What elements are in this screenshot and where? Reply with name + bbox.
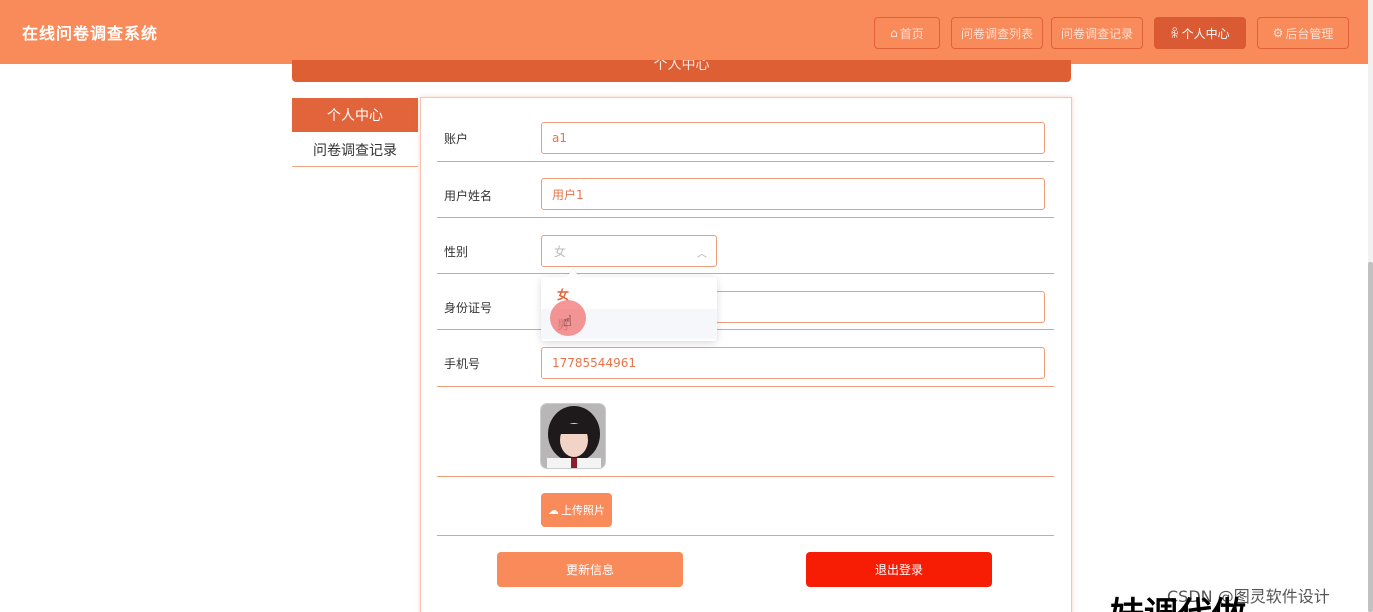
avatar (540, 403, 606, 469)
upload-photo-button[interactable]: ☁ 上传照片 (541, 493, 612, 527)
update-info-button[interactable]: 更新信息 (497, 552, 683, 587)
avatar-image (541, 404, 605, 468)
name-input[interactable]: 用户1 (541, 178, 1045, 210)
user-icon: ꆜ (1170, 27, 1180, 41)
gender-select-value: 女 (554, 244, 567, 259)
app-title: 在线问卷调查系统 (22, 24, 159, 43)
account-input[interactable]: a1 (541, 122, 1045, 154)
sidebar-item-personal-center[interactable]: 个人中心 (292, 98, 418, 132)
sidebar-item-survey-records[interactable]: 问卷调查记录 (292, 133, 418, 167)
nav-home-button[interactable]: ⌂ 首页 (874, 17, 940, 49)
row-divider (437, 386, 1054, 387)
page-title-bar: 个人中心 (292, 60, 1071, 82)
name-label: 用户姓名 (444, 189, 493, 203)
top-nav-bar: 在线问卷调查系统 ⌂ 首页 问卷调查列表 问卷调查记录 ꆜ 个人中心 ⚙ 后台管理 (0, 0, 1368, 64)
row-divider (437, 535, 1054, 536)
idcard-label: 身份证号 (444, 301, 493, 315)
row-divider (437, 161, 1054, 162)
page-title: 个人中心 (653, 60, 710, 73)
home-icon: ⌂ (890, 26, 898, 40)
account-label: 账户 (444, 132, 469, 146)
gender-select[interactable]: 女 ︿ (541, 235, 717, 267)
nav-survey-list-button[interactable]: 问卷调查列表 (951, 17, 1043, 49)
admin-icon: ⚙ (1272, 26, 1284, 40)
nav-personal-center-button[interactable]: ꆜ 个人中心 (1154, 17, 1246, 49)
chevron-up-icon: ︿ (697, 249, 707, 260)
cloud-upload-icon: ☁ (548, 503, 559, 517)
row-divider (437, 476, 1054, 477)
phone-input[interactable]: 17785544961 (541, 347, 1045, 379)
logout-button[interactable]: 退出登录 (806, 552, 992, 587)
scrollbar-thumb[interactable] (1368, 262, 1373, 612)
row-divider (437, 329, 1054, 330)
row-divider (437, 273, 1054, 274)
nav-survey-records-button[interactable]: 问卷调查记录 (1051, 17, 1143, 49)
phone-label: 手机号 (444, 357, 481, 371)
row-divider (437, 217, 1054, 218)
overlay-caption: 妹调代做 (1110, 598, 1246, 612)
nav-admin-button[interactable]: ⚙ 后台管理 (1257, 17, 1349, 49)
gender-label: 性别 (444, 245, 469, 259)
hand-cursor-icon: ☝ (563, 312, 573, 330)
